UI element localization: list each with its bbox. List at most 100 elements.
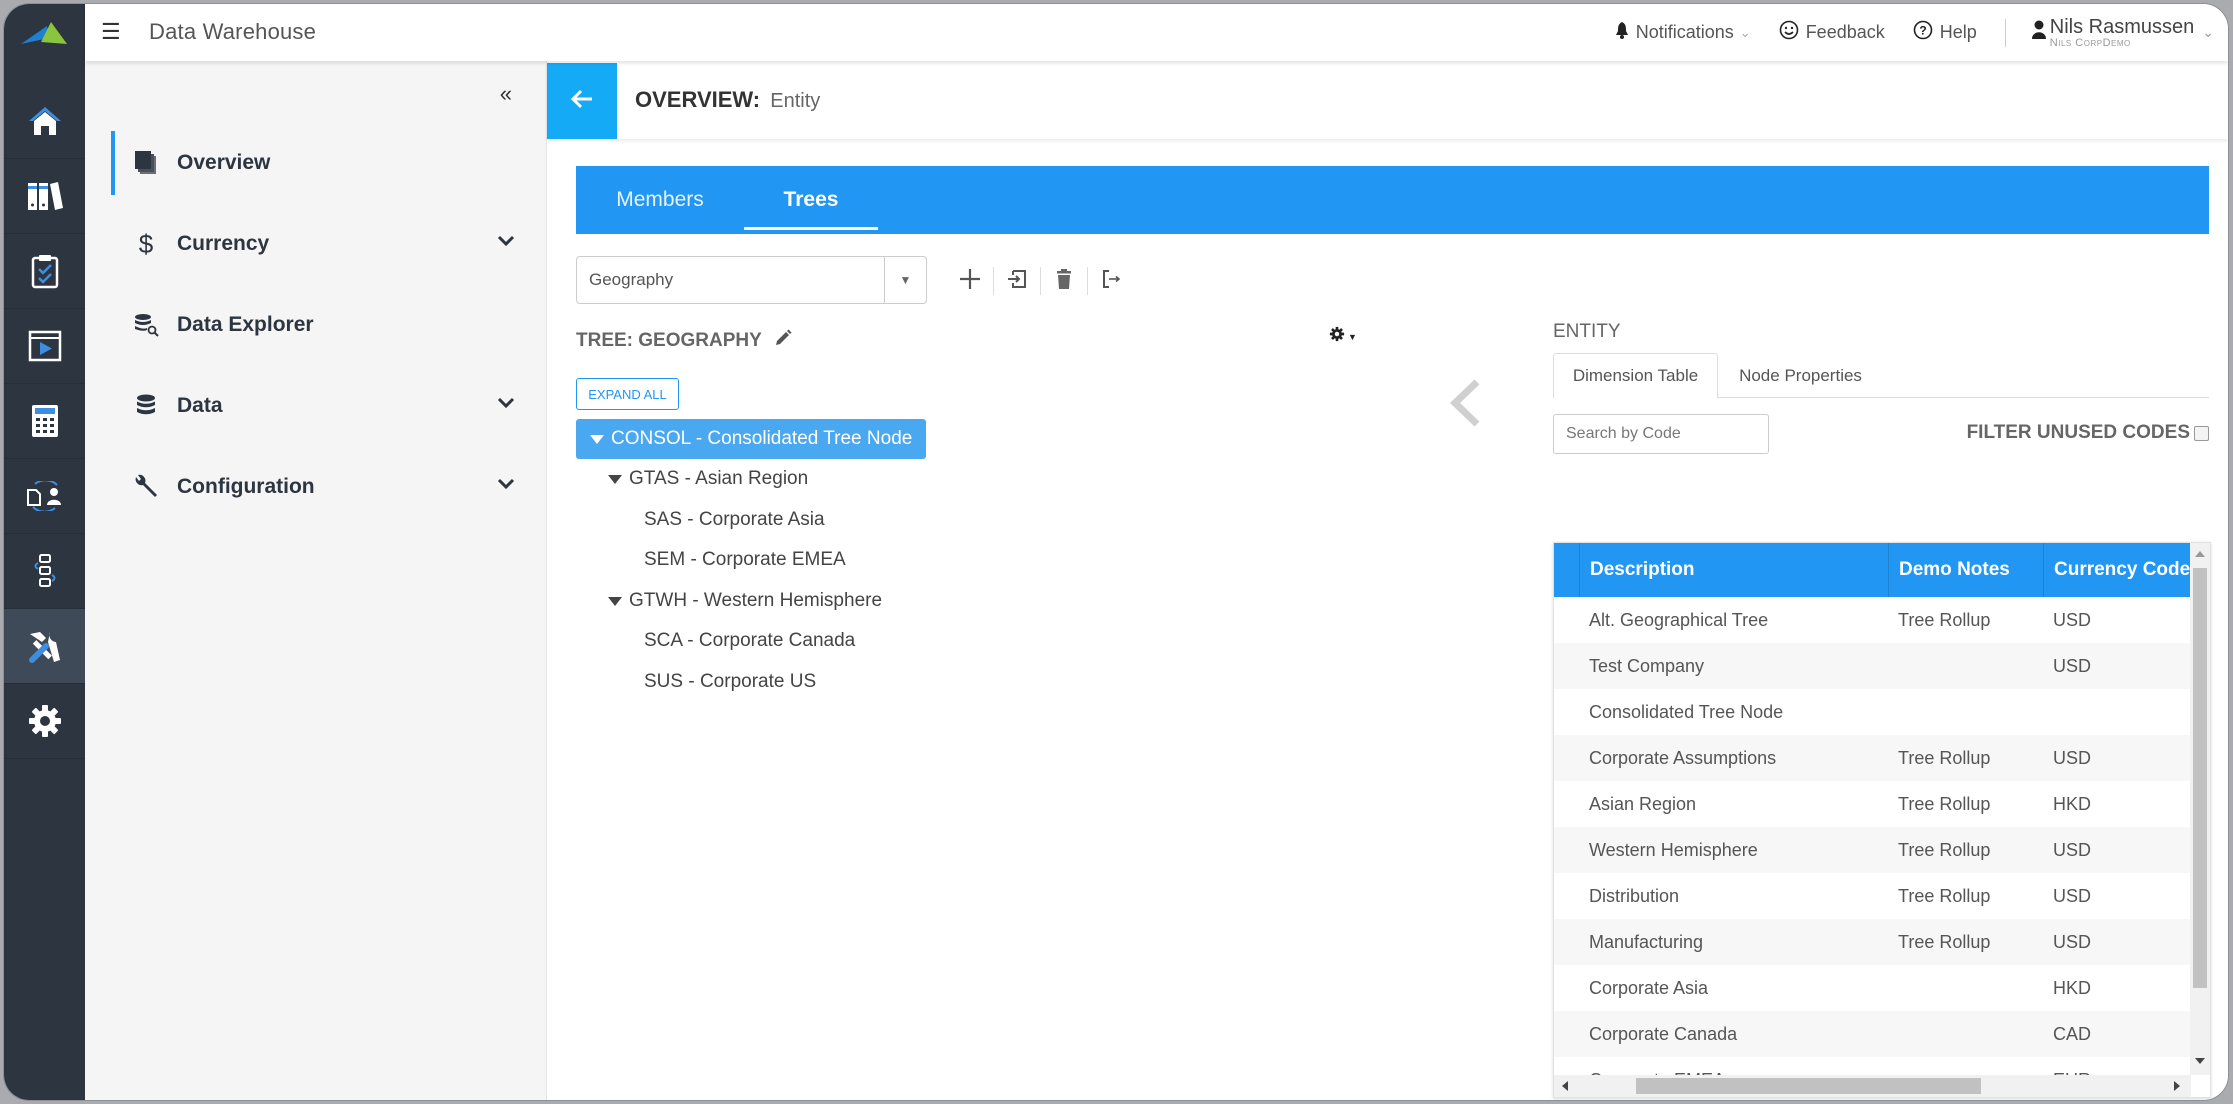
column-header-currency-code[interactable]: Currency Code	[2043, 543, 2191, 597]
tree-node[interactable]: SUS - Corporate US	[644, 662, 816, 702]
table-row[interactable]: Corporate Canada CAD	[1554, 1011, 2191, 1057]
search-by-code-input[interactable]	[1553, 414, 1769, 454]
rail-item-binders[interactable]	[4, 159, 85, 234]
vertical-scroll-thumb[interactable]	[2193, 568, 2207, 988]
tree-node[interactable]: GTWH - Western Hemisphere	[608, 581, 882, 621]
rail-item-home[interactable]	[4, 84, 85, 159]
table-row[interactable]: Test Company USD	[1554, 643, 2191, 689]
scroll-up-icon[interactable]	[2195, 551, 2205, 557]
sidebar-item-label: Configuration	[177, 475, 315, 498]
help-circle-icon: ?	[1913, 20, 1933, 45]
notifications-button[interactable]: Notifications ⌄	[1615, 21, 1751, 44]
feedback-button[interactable]: Feedback	[1779, 20, 1885, 45]
tree-node[interactable]: SEM - Corporate EMEA	[644, 540, 846, 580]
scroll-right-icon[interactable]	[2174, 1081, 2180, 1091]
table-row[interactable]: Western Hemisphere Tree Rollup USD	[1554, 827, 2191, 873]
home-icon	[27, 105, 63, 137]
column-header-description[interactable]: Description	[1579, 543, 1888, 597]
description-cell: Corporate Canada	[1589, 1023, 1738, 1044]
caret-down-icon[interactable]	[608, 474, 622, 484]
horizontal-scrollbar[interactable]	[1554, 1075, 2191, 1097]
currency-code-cell: USD	[2053, 747, 2092, 768]
tree-node[interactable]: GTAS - Asian Region	[608, 459, 808, 499]
description-cell: Asian Region	[1589, 793, 1697, 814]
caret-down-icon[interactable]: ▼	[884, 257, 926, 303]
back-button[interactable]	[547, 63, 617, 139]
tree-node[interactable]: SCA - Corporate Canada	[644, 621, 855, 661]
caret-down-icon[interactable]	[590, 434, 604, 444]
tree-node-label: GTWH - Western Hemisphere	[629, 590, 883, 611]
filter-unused-codes-checkbox[interactable]	[2194, 425, 2209, 441]
tools-icon	[26, 628, 64, 664]
table-row[interactable]: Asian Region Tree Rollup HKD	[1554, 781, 2191, 827]
tab-node-properties[interactable]: Node Properties	[1718, 353, 1883, 398]
column-header-demo-notes[interactable]: Demo Notes	[1888, 543, 2043, 597]
scroll-down-icon[interactable]	[2195, 1058, 2205, 1064]
collapse-panel-button[interactable]	[1447, 378, 1483, 433]
scroll-left-icon[interactable]	[1562, 1081, 1568, 1091]
help-label: Help	[1939, 22, 1977, 42]
demo-notes-cell: Tree Rollup	[1898, 747, 1991, 768]
sidebar-item-configuration[interactable]: Configuration	[111, 455, 521, 519]
sidebar-item-overview[interactable]: Overview	[111, 131, 521, 195]
horizontal-scroll-thumb[interactable]	[1636, 1078, 1981, 1094]
sidebar-item-data[interactable]: Data	[111, 374, 521, 438]
tree-node[interactable]: CONSOL - Consolidated Tree Node	[576, 419, 927, 459]
sidebar-item-data-explorer[interactable]: Data Explorer	[111, 293, 521, 357]
add-button[interactable]	[947, 263, 993, 299]
expand-all-button[interactable]: EXPAND ALL	[576, 378, 679, 410]
tree-node-label: SUS - Corporate US	[644, 671, 817, 692]
help-button[interactable]: ? Help	[1913, 20, 1977, 45]
copy-icon	[131, 150, 161, 176]
rail-item-document-user[interactable]	[4, 459, 85, 534]
rail-item-checklist[interactable]	[4, 234, 85, 309]
brand-logo[interactable]	[4, 4, 85, 61]
tree-title-text: TREE: GEOGRAPHY	[576, 330, 762, 351]
import-button[interactable]	[994, 263, 1040, 299]
table-row[interactable]: Corporate Asia HKD	[1554, 965, 2191, 1011]
database-search-icon	[131, 313, 161, 337]
tab-trees[interactable]: Trees	[744, 166, 878, 234]
table-row[interactable]: Consolidated Tree Node	[1554, 689, 2191, 735]
chevron-down-icon[interactable]	[497, 396, 515, 414]
table-row[interactable]: Alt. Geographical Tree Tree Rollup USD	[1554, 597, 2191, 643]
table-row[interactable]: Distribution Tree Rollup USD	[1554, 873, 2191, 919]
user-menu[interactable]: Nils Rasmussen Nils CorpDemo ⌄	[2031, 17, 2214, 49]
filter-unused-codes-label: FILTER UNUSED CODES	[1966, 422, 2190, 443]
tree-node[interactable]: SAS - Corporate Asia	[644, 500, 825, 540]
vertical-scrollbar[interactable]	[2190, 543, 2210, 1075]
currency-code-cell: USD	[2053, 931, 2092, 952]
rail-item-workflow[interactable]	[4, 534, 85, 609]
top-bar: ☰ Data Warehouse Notifications ⌄ Feedbac…	[85, 4, 2228, 61]
caret-down-icon[interactable]	[608, 596, 622, 606]
icon-rail	[4, 4, 85, 1100]
hamburger-icon[interactable]: ☰	[101, 19, 121, 45]
rail-item-presentation[interactable]	[4, 309, 85, 384]
tab-members[interactable]: Members	[576, 166, 744, 234]
description-cell: Distribution	[1589, 885, 1680, 906]
user-org: Nils CorpDemo	[2049, 36, 2131, 49]
sidebar-item-currency[interactable]: $ Currency	[111, 212, 521, 276]
rail-item-settings[interactable]	[4, 684, 85, 759]
user-icon	[2031, 20, 2046, 45]
tab-dimension-table[interactable]: Dimension Table	[1553, 353, 1718, 399]
add-icon	[959, 268, 981, 295]
currency-code-cell: HKD	[2053, 977, 2092, 998]
tree-selector-value: Geography	[589, 270, 674, 289]
delete-button[interactable]	[1041, 263, 1087, 299]
import-icon	[1007, 269, 1027, 294]
chevron-down-icon[interactable]	[497, 234, 515, 252]
chevron-down-icon[interactable]	[497, 477, 515, 495]
pencil-icon[interactable]	[774, 329, 792, 353]
chevron-down-icon: ⌄	[1739, 24, 1751, 40]
table-row[interactable]: Corporate Assumptions Tree Rollup USD	[1554, 735, 2191, 781]
rail-item-calculator[interactable]	[4, 384, 85, 459]
table-row[interactable]: Manufacturing Tree Rollup USD	[1554, 919, 2191, 965]
database-icon	[131, 394, 161, 418]
tree-selector[interactable]: Geography ▼	[576, 256, 927, 304]
export-button[interactable]	[1088, 263, 1134, 299]
tree-settings-button[interactable]: ▼	[1329, 326, 1357, 347]
rail-item-tools[interactable]	[4, 609, 85, 684]
double-chevron-left-icon[interactable]: «	[500, 81, 512, 107]
description-cell: Corporate Assumptions	[1589, 747, 1777, 768]
